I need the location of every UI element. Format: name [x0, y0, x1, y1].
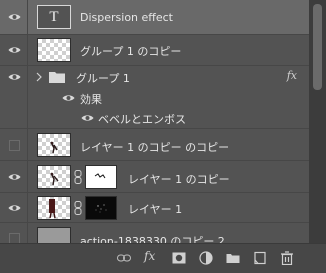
fx-badge[interactable]: fx — [287, 69, 297, 82]
eye-icon[interactable] — [8, 204, 21, 212]
layer-row-group-1[interactable]: グループ 1 fx — [0, 66, 309, 89]
trash-icon[interactable] — [280, 251, 294, 265]
eye-icon[interactable] — [8, 46, 21, 54]
bevel-emboss-label: ベベルとエンボス — [98, 113, 186, 126]
visibility-toggle-empty[interactable] — [9, 140, 20, 151]
scrollbar[interactable] — [309, 0, 326, 243]
add-mask-icon[interactable] — [172, 251, 186, 265]
layer-thumbnail — [37, 196, 71, 220]
eye-icon[interactable] — [62, 94, 75, 102]
visibility-column — [0, 129, 28, 160]
visibility-column — [0, 161, 28, 192]
visibility-column — [0, 223, 28, 243]
new-layer-icon[interactable] — [253, 251, 267, 265]
visibility-column — [0, 89, 28, 107]
layer-row-layer1-copy-copy[interactable]: レイヤー 1 のコピー のコピー — [0, 129, 309, 161]
effects-row[interactable]: 効果 — [0, 89, 309, 107]
eye-icon[interactable] — [8, 73, 21, 81]
layer-thumbnail — [37, 133, 71, 157]
layer-name: レイヤー 1 のコピー — [128, 173, 230, 186]
layer-mask-thumbnail[interactable] — [85, 165, 117, 189]
layer-row-group-copy[interactable]: グループ 1 のコピー — [0, 35, 309, 66]
link-icon[interactable] — [74, 201, 82, 215]
layer-row-layer1[interactable]: レイヤー 1 — [0, 193, 309, 223]
layer-thumbnail — [37, 38, 71, 62]
layer-thumbnail — [37, 227, 71, 243]
layer-row-dispersion-effect[interactable]: Dispersion effect — [0, 0, 309, 35]
visibility-column — [0, 107, 28, 128]
text-layer-thumbnail — [37, 5, 71, 29]
layer-row-layer1-copy[interactable]: レイヤー 1 のコピー — [0, 161, 309, 193]
eye-icon[interactable] — [81, 114, 94, 122]
layers-bottom-toolbar: fx — [0, 243, 326, 273]
visibility-column — [0, 66, 28, 89]
layer-name: action-1838330 のコピー 2 — [80, 235, 225, 243]
effects-label: 効果 — [80, 93, 102, 106]
bevel-emboss-row[interactable]: ベベルとエンボス — [0, 107, 309, 129]
visibility-column — [0, 35, 28, 65]
eye-icon[interactable] — [8, 173, 21, 181]
new-group-icon[interactable] — [226, 251, 240, 265]
layer-name: レイヤー 1 のコピー のコピー — [80, 141, 230, 154]
eye-icon[interactable] — [8, 13, 21, 21]
visibility-column — [0, 193, 28, 222]
layer-row-action-copy[interactable]: action-1838330 のコピー 2 — [0, 223, 309, 243]
visibility-toggle-empty[interactable] — [9, 233, 20, 243]
fx-button[interactable]: fx — [144, 249, 162, 263]
layer-name: Dispersion effect — [80, 11, 173, 24]
layer-name: グループ 1 — [76, 72, 130, 85]
adjustment-layer-icon[interactable] — [199, 251, 213, 265]
scrollbar-thumb[interactable] — [313, 4, 322, 90]
visibility-column — [0, 0, 28, 34]
chevron-right-icon[interactable] — [36, 72, 42, 82]
layer-name: グループ 1 のコピー — [80, 45, 182, 58]
link-icon[interactable] — [74, 170, 82, 184]
layer-mask-thumbnail[interactable] — [85, 196, 117, 220]
layer-name: レイヤー 1 — [128, 203, 183, 216]
layer-thumbnail — [37, 165, 71, 189]
folder-icon — [49, 71, 65, 83]
layers-panel: Dispersion effect グループ 1 のコピー グループ 1 fx — [0, 0, 309, 243]
link-icon[interactable] — [117, 251, 131, 265]
